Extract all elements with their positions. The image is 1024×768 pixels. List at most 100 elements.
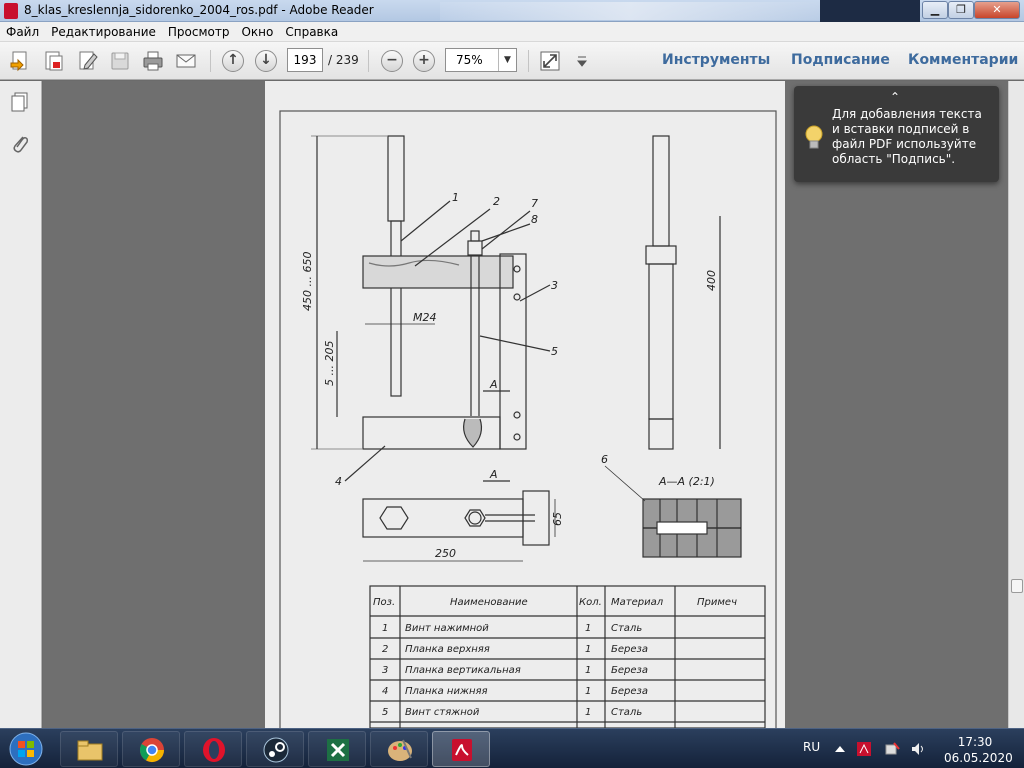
previous-page-button[interactable]: ↑ — [222, 50, 244, 72]
menu-edit[interactable]: Редактирование — [45, 22, 162, 42]
dim-lower: 5 ... 205 — [323, 341, 336, 386]
adobe-tray-icon[interactable] — [856, 741, 872, 757]
bom-header-pos: Поз. — [373, 597, 395, 608]
maximize-button[interactable]: ❐ — [948, 1, 974, 19]
bom-row-qty: 1 — [585, 665, 591, 676]
taskbar-excel[interactable] — [308, 731, 366, 767]
toolbar-separator — [368, 50, 369, 72]
steam-icon — [263, 737, 289, 763]
toolbar-separator — [210, 50, 211, 72]
leader-8: 8 — [531, 213, 538, 226]
bom-row-qty: 1 — [585, 644, 591, 655]
adobe-reader-icon — [4, 3, 18, 19]
start-button[interactable] — [4, 731, 48, 767]
chevron-up-icon[interactable]: ⌃ — [890, 90, 900, 104]
tray-clock[interactable]: 17:30 06.05.2020 — [944, 734, 1013, 766]
lightbulb-icon — [805, 125, 823, 149]
menu-window[interactable]: Окно — [235, 22, 279, 42]
dim-thread: M24 — [413, 311, 437, 324]
dim-overall: 450 ... 650 — [301, 252, 314, 311]
tray-language[interactable]: RU — [803, 740, 820, 754]
page-total: / 239 — [328, 53, 359, 67]
leader-2: 2 — [493, 195, 500, 208]
zoom-in-button[interactable]: + — [413, 50, 435, 72]
attachments-icon[interactable] — [9, 133, 31, 155]
toolbar-separator — [528, 50, 529, 72]
bom-row-pos: 4 — [382, 686, 388, 697]
folder-icon — [77, 740, 103, 761]
minimize-button[interactable]: ▁ — [922, 1, 948, 19]
email-icon[interactable] — [174, 49, 198, 73]
taskbar: RU 17:30 06.05.2020 — [0, 728, 1024, 768]
leader-7: 7 — [531, 197, 538, 210]
chevron-up-icon[interactable] — [832, 741, 848, 757]
section-title: А—А (2:1) — [658, 475, 715, 488]
chrome-icon — [139, 738, 164, 763]
fit-page-icon[interactable] — [538, 49, 562, 73]
menu-file[interactable]: Файл — [0, 22, 45, 42]
bom-row-name: Винт нажимной — [405, 623, 489, 634]
page-number-input[interactable]: 193 — [287, 48, 323, 72]
next-page-button[interactable]: ↓ — [255, 50, 277, 72]
chevron-down-icon[interactable]: ▼ — [498, 49, 516, 71]
taskbar-steam[interactable] — [246, 731, 304, 767]
bom-row-material: Сталь — [611, 623, 642, 634]
leader-6: 6 — [601, 453, 608, 466]
dim-right: 400 — [705, 270, 718, 291]
opera-icon — [203, 738, 225, 762]
menu-bar: Файл Редактирование Просмотр Окно Справка — [0, 22, 1024, 42]
toolbar-options-icon[interactable] — [570, 49, 594, 73]
window-title: 8_klas_kreslennja_sidorenko_2004_ros.pdf… — [24, 3, 374, 17]
bom-row-material: Береза — [611, 644, 648, 655]
bom-row-qty: 1 — [585, 686, 591, 697]
zoom-select[interactable]: 75% ▼ — [445, 48, 517, 72]
bom-row-material: Сталь — [611, 707, 642, 718]
create-pdf-icon[interactable] — [8, 49, 32, 73]
sign-panel-link[interactable]: Подписание — [791, 52, 890, 68]
volume-icon[interactable] — [910, 741, 926, 757]
leader-1: 1 — [452, 191, 459, 204]
taskbar-explorer[interactable] — [60, 731, 118, 767]
technical-drawing: 1 2 3 4 5 6 7 8 450 ... 650 5 ... 205 40… — [279, 110, 777, 728]
tools-panel-link[interactable]: Инструменты — [662, 52, 770, 68]
close-button[interactable]: ✕ — [974, 1, 1020, 19]
leader-3: 3 — [551, 279, 558, 292]
navigation-pane — [0, 81, 42, 728]
taskbar-opera[interactable] — [184, 731, 242, 767]
bom-header-name: Наименование — [450, 597, 528, 608]
titlebar-dark-strip — [820, 0, 920, 22]
title-bar: 8_klas_kreslennja_sidorenko_2004_ros.pdf… — [0, 0, 1024, 22]
bom-header-material: Материал — [611, 597, 664, 608]
bom-row-material: Береза — [611, 665, 648, 676]
menu-view[interactable]: Просмотр — [162, 22, 236, 42]
dim-base-width: 65 — [551, 512, 564, 526]
taskbar-adobe-reader[interactable] — [432, 731, 490, 767]
bom-row-name: Планка вертикальная — [405, 665, 521, 676]
combine-files-icon[interactable] — [42, 49, 66, 73]
palette-icon — [388, 739, 412, 761]
edit-document-icon[interactable] — [76, 49, 100, 73]
leader-4: 4 — [335, 475, 342, 488]
page-thumbnails-icon[interactable] — [9, 91, 31, 113]
sign-tip-text: Для добавления текста и вставки подписей… — [832, 107, 982, 166]
taskbar-chrome[interactable] — [122, 731, 180, 767]
zoom-value: 75% — [456, 53, 483, 67]
action-center-icon[interactable] — [884, 741, 900, 757]
bom-row-name: Винт стяжной — [405, 707, 480, 718]
pdf-page: 1 2 3 4 5 6 7 8 450 ... 650 5 ... 205 40… — [265, 81, 785, 728]
bom-row-qty: 1 — [585, 623, 591, 634]
tray-time: 17:30 — [957, 735, 993, 749]
comments-panel-link[interactable]: Комментарии — [908, 52, 1018, 68]
taskbar-paint[interactable] — [370, 731, 428, 767]
bom-row-material: Береза — [611, 686, 648, 697]
save-icon[interactable] — [108, 49, 132, 73]
menu-help[interactable]: Справка — [279, 22, 344, 42]
print-icon[interactable] — [141, 49, 165, 73]
vertical-scrollbar[interactable] — [1008, 81, 1024, 728]
pdf-icon — [452, 739, 472, 761]
bom-row-pos: 5 — [382, 707, 388, 718]
scrollbar-thumb[interactable] — [1011, 579, 1023, 593]
zoom-out-button[interactable]: − — [381, 50, 403, 72]
bom-row-pos: 3 — [382, 665, 388, 676]
excel-icon — [327, 739, 349, 761]
